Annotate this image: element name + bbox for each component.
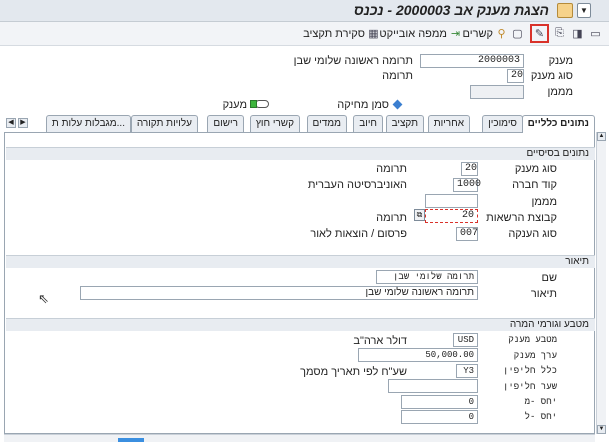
title-bar: הצגת מענק אב 2000003 - נכנס ▼ <box>0 0 609 22</box>
name-field[interactable]: תרומה שלומי שבן <box>376 270 478 284</box>
grant-value-label: ערך מענק <box>513 351 557 361</box>
mouse-cursor-icon: ⇖ <box>38 291 49 306</box>
budget-overview-icon[interactable]: ▦ <box>366 26 381 41</box>
award-type-label: סוג הענקה <box>508 228 557 240</box>
scroll-up-icon[interactable]: ▲ <box>597 132 606 141</box>
new-document-icon[interactable]: ▢ <box>510 26 525 41</box>
description-field[interactable]: תרומה ראשונה שלומי שבן <box>80 286 478 300</box>
tab-cost-limits[interactable]: מגבלות עלות ת... <box>45 115 131 132</box>
ratio-to-label: יחס -ל <box>524 412 557 422</box>
basic-grant-type-label: סוג מענק <box>514 163 557 175</box>
grant-value-field[interactable]: 50,000.00 <box>358 348 478 362</box>
ratio-to-field[interactable]: 0 <box>401 410 478 424</box>
sponsor-field[interactable] <box>470 85 524 99</box>
authorization-group-label: קבוצת הרשאות <box>486 212 557 224</box>
section-currency: מטבע וגורמי המרה <box>6 318 595 331</box>
grant-type-label: סוג מענק <box>530 70 573 82</box>
copy-icon[interactable]: ⎘ <box>552 26 567 41</box>
object-map-button[interactable]: ממפה אובייקט <box>379 28 447 40</box>
application-toolbar: ▭ ◨ ⎘ ✎ ▢ ⚲ קשרים ⇥ ממפה אובייקט ▦ סקירת… <box>0 22 609 46</box>
grant-status-icon <box>255 100 269 108</box>
tab-external-relations[interactable]: קשרי חוץ <box>249 115 300 132</box>
object-map-icon[interactable]: ⇥ <box>448 26 463 41</box>
ratio-from-field[interactable]: 0 <box>401 395 478 409</box>
scroll-down-icon[interactable]: ▼ <box>597 425 606 434</box>
name-label: שם <box>541 272 558 284</box>
value-help-icon[interactable]: ⧉ <box>414 209 425 221</box>
grant-currency-field[interactable]: USD <box>453 333 478 347</box>
award-type-field[interactable]: 007 <box>456 227 478 241</box>
tab-strip: ◀ ▶ נתונים כלליים סימוכין אחריות תקציב ח… <box>0 115 609 133</box>
description-label: תיאור <box>530 288 557 300</box>
tab-billing[interactable]: חיוב <box>353 115 383 132</box>
tab-scroll-right-icon[interactable]: ▶ <box>18 118 28 128</box>
grant-field[interactable]: 2000003 <box>420 54 524 68</box>
company-code-field[interactable]: 1000 <box>453 178 481 192</box>
exchange-rate-label: שער חליפין <box>502 382 557 392</box>
sponsor-label: מממן <box>547 86 573 98</box>
links-button[interactable]: קשרים <box>463 28 494 40</box>
company-code-desc: האוניברסיטה העברית <box>307 179 407 191</box>
exchange-rule-field[interactable]: Y3 <box>456 364 478 378</box>
links-icon[interactable]: ⚲ <box>494 26 509 41</box>
window-title: הצגת מענק אב 2000003 - נכנס <box>353 2 549 18</box>
tab-responsibility[interactable]: אחריות <box>427 115 470 132</box>
exchange-rate-field[interactable] <box>388 379 478 393</box>
tab-dimensions[interactable]: ממדים <box>306 115 347 132</box>
tab-references[interactable]: סימוכין <box>482 115 523 132</box>
grant-type-field[interactable]: 20 <box>507 69 524 83</box>
tab-general-data[interactable]: נתונים כלליים <box>521 115 595 133</box>
exchange-rule-label: כלל חליפין <box>502 366 557 376</box>
horizontal-scrollbar[interactable] <box>4 434 595 442</box>
basic-grant-type-desc: תרומה <box>376 163 407 175</box>
company-code-label: קוד חברה <box>512 179 557 191</box>
deletion-flag-icon <box>392 99 403 110</box>
grant-currency-label: מטבע מענק <box>508 335 557 345</box>
grant-status-dot <box>250 100 257 108</box>
authorization-group-field[interactable]: 20 <box>425 209 478 223</box>
section-description: תיאור <box>6 255 595 268</box>
budget-overview-button[interactable]: סקירת תקציב <box>303 28 365 40</box>
deletion-flag-label: סמן מחיקה <box>337 99 389 111</box>
grant-description: תרומה ראשונה שלומי שבן <box>293 55 413 67</box>
grant-status-label: מענק <box>222 99 247 111</box>
grant-type-description: תרומה <box>382 70 413 82</box>
vertical-scrollbar[interactable]: ▲ ▼ <box>596 132 606 434</box>
menu-icon[interactable] <box>557 3 573 18</box>
basic-sponsor-field[interactable] <box>425 194 478 208</box>
award-type-desc: פרסום / הוצאות לאור <box>310 228 407 240</box>
create-icon[interactable]: ◨ <box>570 26 585 41</box>
grant-currency-desc: דולר ארה"ב <box>353 335 407 347</box>
tab-budget[interactable]: תקציב <box>385 115 424 132</box>
authorization-group-desc: תרומה <box>376 212 407 224</box>
ratio-from-label: יחס -מ <box>524 397 557 407</box>
tab-registration[interactable]: רישום <box>207 115 244 132</box>
section-basic-data: נתונים בסיסיים <box>6 147 595 160</box>
edit-pencil-icon[interactable]: ✎ <box>530 24 549 43</box>
exchange-rule-desc: שע"ח לפי תאריך מסמך <box>300 366 407 378</box>
basic-sponsor-label: מממן <box>531 196 557 208</box>
basic-grant-type-field[interactable]: 20 <box>461 162 478 176</box>
scroll-thumb[interactable] <box>118 438 144 442</box>
dropdown-chevron-icon[interactable]: ▼ <box>577 3 591 18</box>
tab-scroll-left-icon[interactable]: ◀ <box>6 118 16 128</box>
grant-label: מענק <box>548 55 573 67</box>
tab-overhead-costs[interactable]: עלויות תקורה <box>130 115 198 132</box>
display-toggle-icon[interactable]: ▭ <box>588 26 603 41</box>
